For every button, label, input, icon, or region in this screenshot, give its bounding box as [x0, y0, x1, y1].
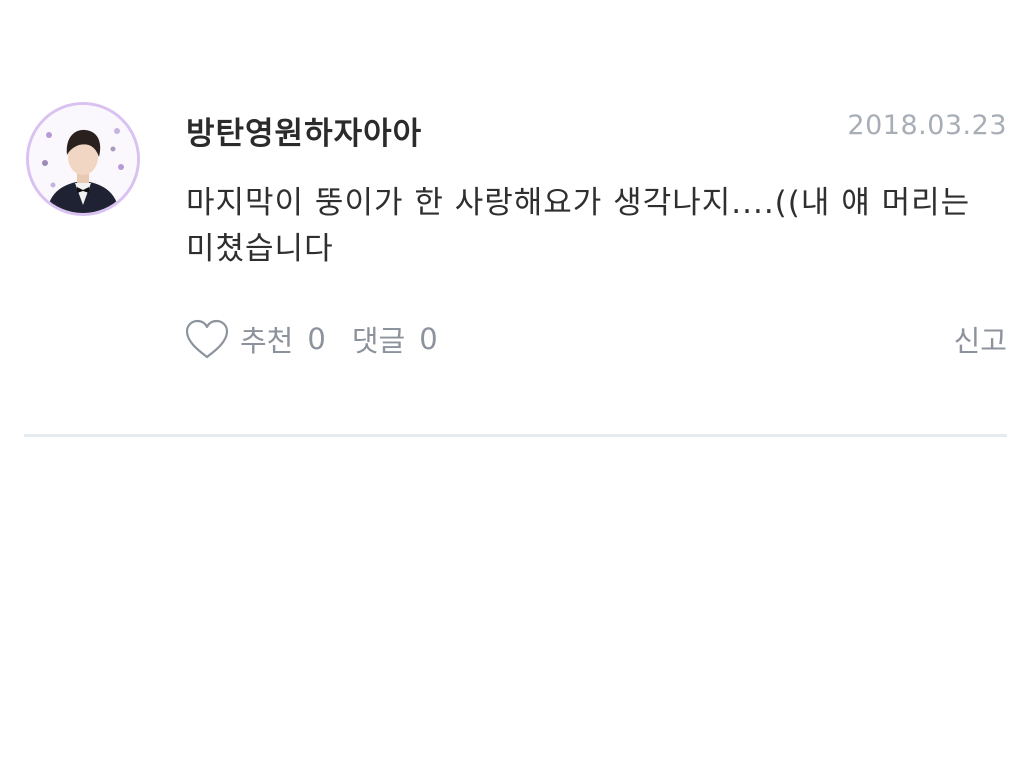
like-count: 0	[307, 322, 326, 356]
comment-date: 2018.03.23	[847, 110, 1007, 141]
reply-button[interactable]: 댓글 0	[352, 318, 438, 360]
username[interactable]: 방탄영원하자아아	[186, 108, 422, 153]
profile-photo-icon	[29, 105, 137, 213]
reply-count: 0	[419, 322, 438, 356]
avatar[interactable]	[26, 102, 140, 216]
reply-label: 댓글	[351, 324, 406, 358]
comment-actions: 추천 0 댓글 0	[184, 316, 438, 362]
like-button[interactable]: 추천 0	[184, 318, 326, 360]
comment-item: 방탄영원하자아아 2018.03.23 마지막이 뚱이가 한 사랑해요가 생각나…	[0, 0, 1031, 438]
divider	[24, 434, 1007, 437]
like-label: 추천	[240, 324, 294, 358]
report-button[interactable]: 신고	[954, 318, 1007, 360]
comment-text: 마지막이 뚱이가 한 사랑해요가 생각나지....((내 얘 머리는 미쳤습니다	[186, 185, 971, 267]
heart-icon[interactable]	[184, 318, 230, 360]
